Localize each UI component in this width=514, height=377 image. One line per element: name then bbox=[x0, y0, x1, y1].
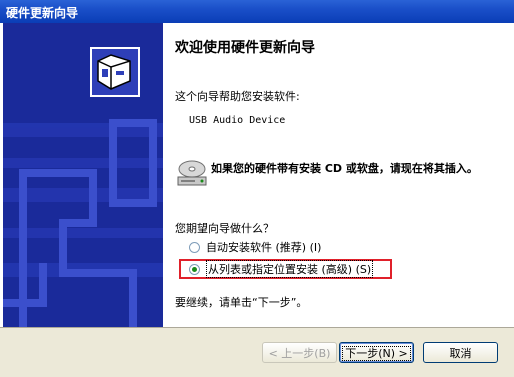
button-bar: < 上一步(B) 下一步(N) > 取消 bbox=[0, 327, 514, 377]
window-title: 硬件更新向导 bbox=[6, 6, 79, 20]
question-label: 您期望向导做什么？ bbox=[175, 222, 274, 235]
hardware-icon bbox=[90, 47, 140, 97]
next-button[interactable]: 下一步(N) > bbox=[339, 342, 414, 363]
cd-drive-icon bbox=[177, 160, 207, 186]
wizard-side-panel bbox=[3, 23, 163, 327]
radio-button[interactable] bbox=[189, 241, 200, 253]
hardware-illustration bbox=[3, 47, 163, 327]
next-button-label: 下一步(N) > bbox=[342, 345, 411, 361]
intro-text: 这个向导帮助您安装软件: bbox=[175, 90, 300, 103]
radio-button-selected[interactable] bbox=[189, 263, 200, 275]
radio-manual-install[interactable]: 从列表或指定位置安装 (高级) (S) bbox=[189, 260, 374, 278]
wizard-content: 欢迎使用硬件更新向导 这个向导帮助您安装软件: USB Audio Device… bbox=[163, 23, 511, 327]
device-name: USB Audio Device bbox=[189, 115, 286, 126]
insert-disc-prompt: 如果您的硬件带有安装 CD 或软盘，请现在将其插入。 bbox=[211, 162, 478, 175]
radio-label[interactable]: 自动安装软件 (推荐) (I) bbox=[206, 239, 321, 255]
page-title: 欢迎使用硬件更新向导 bbox=[175, 40, 315, 56]
title-bar: 硬件更新向导 bbox=[0, 0, 514, 23]
back-button[interactable]: < 上一步(B) bbox=[262, 342, 337, 363]
continue-instruction: 要继续，请单击“下一步”。 bbox=[175, 296, 308, 309]
cancel-button[interactable]: 取消 bbox=[423, 342, 498, 363]
radio-label[interactable]: 从列表或指定位置安装 (高级) (S) bbox=[206, 260, 374, 278]
radio-auto-install[interactable]: 自动安装软件 (推荐) (I) bbox=[189, 240, 321, 254]
